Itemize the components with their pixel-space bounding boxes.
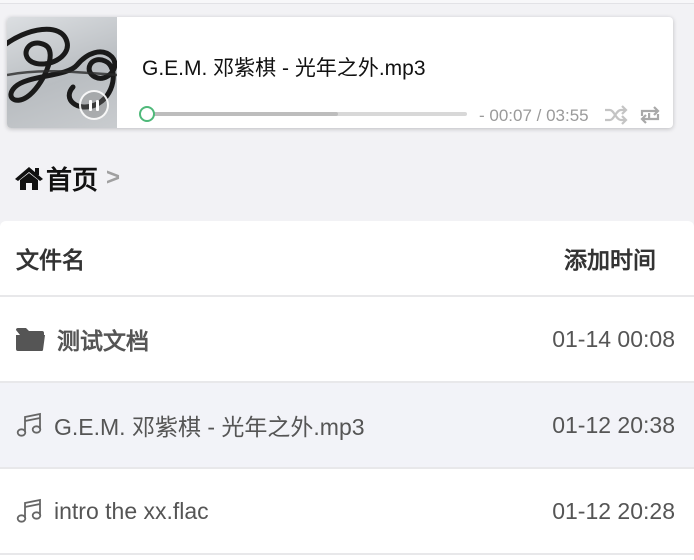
pause-bar-icon xyxy=(96,99,99,111)
audio-player: G.E.M. 邓紫棋 - 光年之外.mp3 - 00:07 / 03:55 xyxy=(7,17,673,128)
table-row[interactable]: 测试文档 01-14 00:08 xyxy=(0,297,694,383)
top-border xyxy=(0,0,694,4)
shuffle-button[interactable] xyxy=(603,103,629,127)
folder-icon xyxy=(16,328,45,351)
table-row[interactable]: intro the xx.flac 01-12 20:28 xyxy=(0,469,694,555)
breadcrumb-separator: > xyxy=(106,164,121,191)
breadcrumb-home-label: 首页 xyxy=(46,164,99,195)
added-time: 01-14 00:08 xyxy=(552,325,675,352)
progress-fill xyxy=(145,112,339,116)
track-title: G.E.M. 邓紫棋 - 光年之外.mp3 xyxy=(142,57,426,80)
added-time: 01-12 20:38 xyxy=(552,411,675,438)
album-cover xyxy=(7,17,117,128)
file-name: G.E.M. 邓紫棋 - 光年之外.mp3 xyxy=(54,414,365,440)
table-header: 文件名 添加时间 xyxy=(0,221,694,297)
repeat-button[interactable] xyxy=(637,103,663,127)
file-name-cell[interactable]: G.E.M. 邓紫棋 - 光年之外.mp3 xyxy=(15,408,365,442)
music-note-icon xyxy=(16,412,42,437)
home-icon xyxy=(15,167,43,190)
time-display: - 00:07 / 03:55 xyxy=(479,106,589,125)
repeat-icon xyxy=(640,106,660,124)
added-time: 01-12 20:28 xyxy=(552,497,675,524)
file-name: 测试文档 xyxy=(57,328,149,354)
breadcrumb: 首页 > xyxy=(14,160,120,196)
column-header-name[interactable]: 文件名 xyxy=(16,241,85,275)
shuffle-icon xyxy=(605,105,628,125)
file-list: 文件名 添加时间 测试文档 01-14 00:08 G.E.M. 邓紫棋 - 光… xyxy=(0,221,694,560)
progress-bar[interactable] xyxy=(139,106,467,122)
music-note-icon xyxy=(16,498,42,523)
file-name-cell[interactable]: intro the xx.flac xyxy=(15,497,209,525)
column-header-added[interactable]: 添加时间 xyxy=(564,241,656,275)
pause-bar-icon xyxy=(89,99,92,111)
progress-knob[interactable] xyxy=(139,106,155,122)
pause-button[interactable] xyxy=(79,90,109,120)
breadcrumb-home[interactable]: 首页 xyxy=(14,160,98,197)
file-name: intro the xx.flac xyxy=(54,497,209,524)
table-row[interactable]: G.E.M. 邓紫棋 - 光年之外.mp3 01-12 20:38 xyxy=(0,383,694,469)
file-name-cell[interactable]: 测试文档 xyxy=(15,322,149,356)
